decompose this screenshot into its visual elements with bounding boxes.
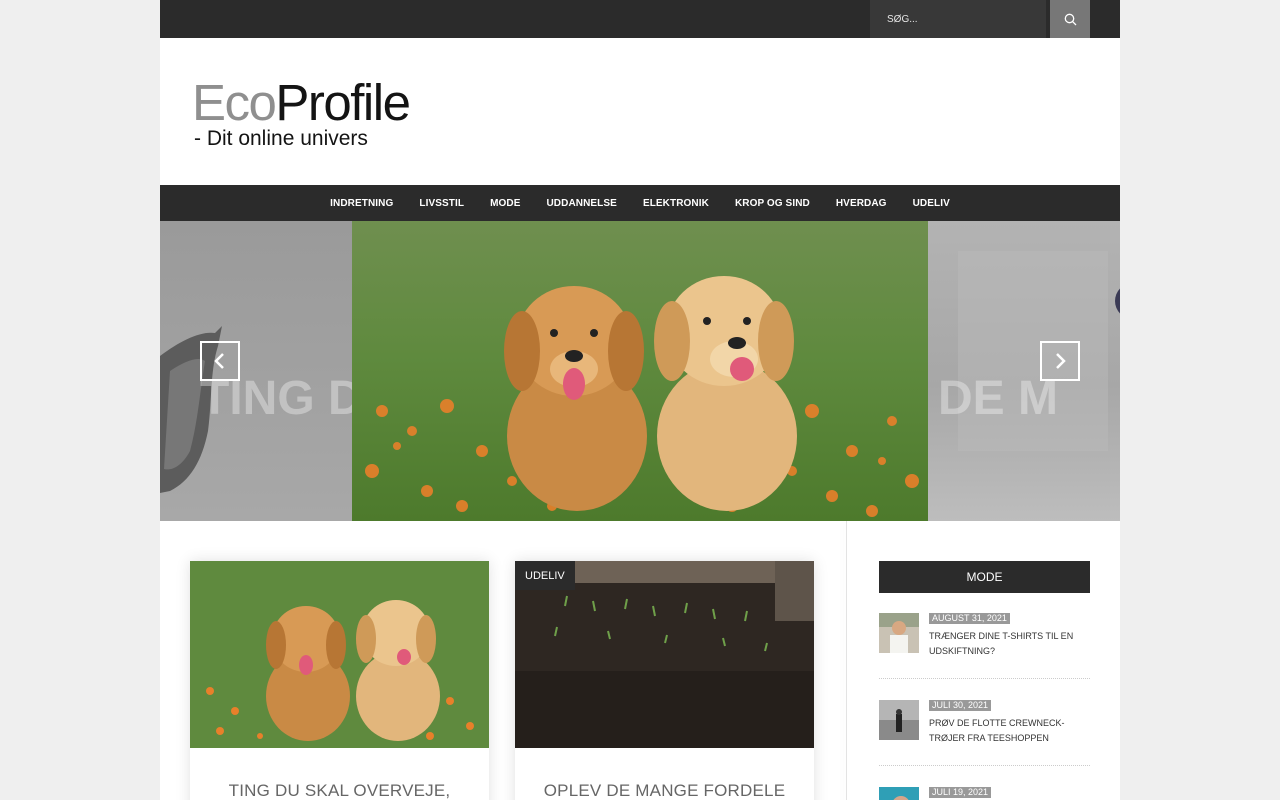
post-date: JULI 19, 2021 (929, 787, 992, 798)
post-thumbnail[interactable] (879, 700, 919, 740)
post-title[interactable]: PRØV DE FLOTTE CREWNECK-TRØJER FRA TEESH… (929, 716, 1089, 746)
site-header: EcoProfile - Dit online univers (160, 38, 1120, 185)
chevron-right-icon (1056, 353, 1066, 369)
post-thumbnail[interactable] (879, 613, 919, 653)
puppies-photo (352, 221, 928, 521)
post-date: AUGUST 31, 2021 (929, 613, 1010, 624)
post-card[interactable]: TING DU SKAL OVERVEJE, (190, 561, 489, 800)
post-card-image[interactable] (190, 561, 489, 748)
nav-item-livsstil[interactable]: LIVSSTIL (406, 198, 477, 209)
man-tshirt-thumbnail (879, 613, 919, 653)
person-thumbnail (879, 787, 919, 800)
site-logo[interactable]: EcoProfile - Dit online univers (192, 77, 411, 150)
search-icon (1064, 13, 1076, 25)
post-separator (879, 765, 1090, 766)
post-date: JULI 30, 2021 (929, 700, 992, 711)
puppies-thumbnail (190, 561, 489, 748)
slide-prev-preview[interactable]: TING D (160, 221, 363, 521)
chevron-left-icon (214, 353, 224, 369)
nav-item-uddannelse[interactable]: UDDANNELSE (533, 198, 629, 209)
slider-prev-button[interactable] (200, 341, 240, 381)
slide-next-preview[interactable]: DE M (928, 221, 1120, 521)
search-input[interactable] (870, 0, 1046, 38)
logo-tagline: - Dit online univers (194, 127, 368, 150)
nav-item-elektronik[interactable]: ELEKTRONIK (630, 198, 722, 209)
main-nav: INDRETNING LIVSSTIL MODE UDDANNELSE ELEK… (160, 185, 1120, 221)
nav-item-hverdag[interactable]: HVERDAG (823, 198, 900, 209)
post-thumbnail[interactable] (879, 787, 919, 800)
man-crewneck-thumbnail (879, 700, 919, 740)
post-card[interactable]: UDELIV OPLEV DE MANGE FORDELE (515, 561, 814, 800)
logo-profile-text: Profile (275, 74, 411, 131)
post-card-image[interactable]: UDELIV (515, 561, 814, 748)
nav-item-krop-og-sind[interactable]: KROP OG SIND (722, 198, 823, 209)
nav-item-mode[interactable]: MODE (477, 198, 533, 209)
category-badge[interactable]: UDELIV (515, 561, 575, 590)
post-separator (879, 678, 1090, 679)
page-wrapper: EcoProfile - Dit online univers INDRETNI… (160, 0, 1120, 800)
search-button[interactable] (1050, 0, 1090, 38)
nav-item-indretning[interactable]: INDRETNING (317, 198, 406, 209)
slide-current[interactable] (352, 221, 928, 521)
post-card-title[interactable]: TING DU SKAL OVERVEJE, (190, 748, 489, 800)
nav-item-udeliv[interactable]: UDELIV (900, 198, 963, 209)
post-card-title[interactable]: OPLEV DE MANGE FORDELE (515, 748, 814, 800)
logo-eco-text: Eco (192, 74, 277, 131)
post-title[interactable]: TRÆNGER DINE T-SHIRTS TIL EN UDSKIFTNING… (929, 629, 1089, 659)
featured-slider: TING D DE M (160, 221, 1120, 521)
top-bar (160, 0, 1120, 38)
sidebar-widget-title: MODE (879, 561, 1090, 593)
slider-next-button[interactable] (1040, 341, 1080, 381)
sidebar-divider (846, 521, 847, 800)
